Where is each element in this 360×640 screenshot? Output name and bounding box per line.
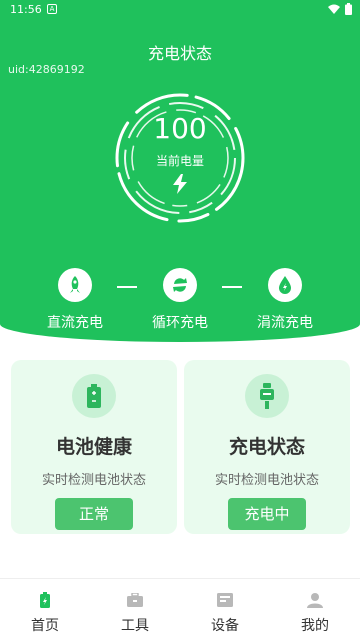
battery-level-label: 当前电量 — [155, 154, 204, 168]
charging-status-button[interactable]: 充电中 — [228, 498, 306, 530]
status-time: 11:56 — [10, 3, 42, 16]
battery-health-title: 电池健康 — [55, 436, 132, 458]
battery-level: 100 — [153, 112, 207, 145]
mode-dc-label: 直流充电 — [47, 315, 103, 331]
profile-icon — [306, 591, 324, 609]
cycle-icon — [163, 268, 197, 302]
tab-devices-label: 设备 — [211, 618, 239, 634]
tab-home-label: 首页 — [31, 618, 59, 634]
home-icon — [36, 591, 54, 609]
uid-label: uid:42869192 — [8, 63, 85, 76]
tab-devices[interactable]: 设备 — [180, 579, 270, 640]
wifi-icon — [328, 4, 340, 14]
charging-status-title: 充电状态 — [228, 436, 305, 458]
battery-health-status-button[interactable]: 正常 — [55, 498, 133, 530]
bottom-tab-bar: 首页 工具 设备 我的 — [0, 578, 360, 640]
tab-profile-label: 我的 — [301, 618, 329, 634]
notification-icon: A — [47, 4, 57, 14]
charger-icon — [245, 374, 289, 418]
drop-icon — [268, 268, 302, 302]
mode-cycle-charging[interactable]: 循环充电 — [130, 268, 230, 332]
toolbox-icon — [126, 591, 144, 609]
tab-profile[interactable]: 我的 — [270, 579, 360, 640]
status-bar: 11:56 A — [0, 0, 360, 20]
mode-trickle-label: 涓流充电 — [257, 315, 313, 331]
battery-status-icon — [345, 3, 352, 15]
mode-cycle-label: 循环充电 — [152, 315, 208, 331]
charging-status-card[interactable]: 充电状态 实时检测电池状态 充电中 — [184, 360, 350, 534]
battery-icon — [72, 374, 116, 418]
tab-home[interactable]: 首页 — [0, 579, 90, 640]
charging-status-subtitle: 实时检测电池状态 — [214, 473, 319, 488]
lightning-icon — [173, 174, 187, 194]
page-title: 充电状态 — [147, 44, 212, 63]
tab-tools[interactable]: 工具 — [90, 579, 180, 640]
mode-trickle-charging[interactable]: 涓流充电 — [235, 268, 335, 332]
rocket-icon — [58, 268, 92, 302]
battery-health-card[interactable]: 电池健康 实时检测电池状态 正常 — [11, 360, 177, 534]
tab-tools-label: 工具 — [121, 618, 149, 634]
mode-dc-charging[interactable]: 直流充电 — [25, 268, 125, 332]
device-icon — [216, 591, 234, 609]
battery-health-subtitle: 实时检测电池状态 — [41, 473, 146, 488]
